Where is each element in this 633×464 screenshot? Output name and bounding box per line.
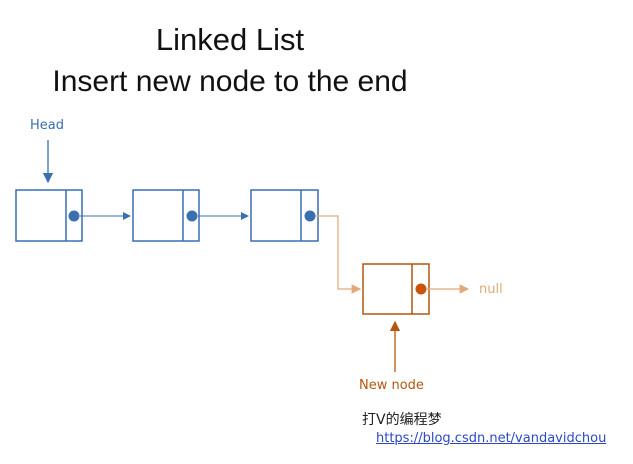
watermark-link[interactable]: https://blog.csdn.net/vandavidchou	[376, 431, 606, 446]
linked-list-diagram	[15, 140, 470, 372]
new-node	[362, 263, 430, 315]
new-node-label: New node	[359, 378, 424, 393]
head-label: Head	[30, 118, 64, 133]
watermark-text: 打V的编程梦	[362, 412, 442, 428]
pointer-to-new-node	[316, 215, 362, 294]
list-node-2	[132, 189, 200, 242]
list-node-3	[250, 189, 319, 242]
null-label: null	[479, 282, 503, 297]
list-node-1	[15, 189, 83, 242]
